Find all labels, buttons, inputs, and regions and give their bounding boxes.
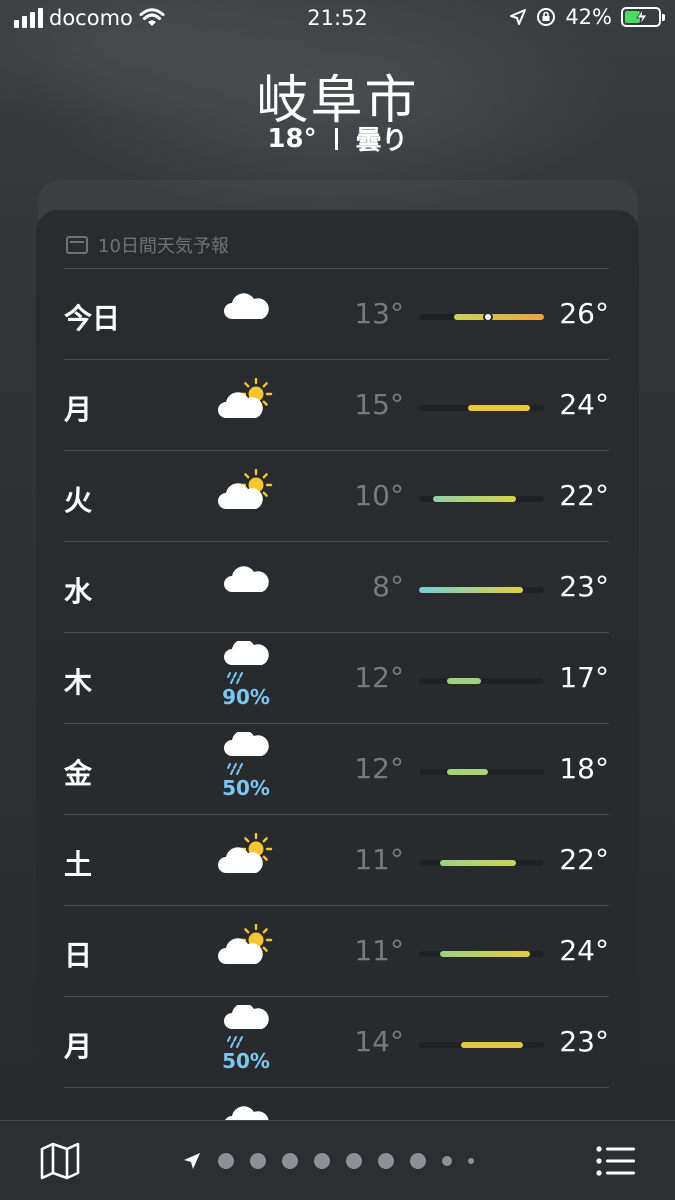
- temperature-range-bar: [419, 951, 544, 957]
- precipitation-chance: 50%: [222, 1049, 270, 1073]
- forecast-list: 今日 13° 26° 月 15° 24° 火 10° 22° 水 8° 23° …: [64, 268, 609, 1178]
- page-dot[interactable]: [250, 1153, 266, 1169]
- current-temperature-marker: [483, 312, 494, 322]
- high-temperature: 23°: [559, 570, 609, 603]
- high-temperature: 17°: [559, 661, 609, 694]
- page-dot[interactable]: [442, 1156, 452, 1166]
- precipitation-chance: 50%: [222, 776, 270, 800]
- ten-day-forecast-card[interactable]: 10日間天気予報 今日 13° 26° 月 15° 24° 火 10° 22° …: [36, 210, 639, 1200]
- temperature-range-fill: [432, 496, 517, 502]
- high-temperature: 22°: [559, 479, 609, 512]
- current-temperature: 18°: [267, 123, 317, 154]
- current-condition: 曇り: [355, 126, 408, 156]
- forecast-row[interactable]: 月 50% 14° 23°: [64, 996, 609, 1087]
- forecast-day: 日: [64, 939, 93, 972]
- page-dot[interactable]: [346, 1153, 362, 1169]
- low-temperature: 11°: [354, 843, 404, 876]
- temperature-range-fill: [460, 1042, 524, 1048]
- temperature-range-bar: [419, 587, 544, 593]
- calendar-icon: [66, 236, 88, 254]
- forecast-day: 金: [64, 757, 93, 790]
- partly-sunny-icon: [214, 923, 278, 984]
- page-dot[interactable]: [282, 1153, 298, 1169]
- high-temperature: 26°: [559, 297, 609, 330]
- temperature-range-fill: [446, 769, 489, 775]
- battery-icon: [621, 7, 665, 27]
- low-temperature: 12°: [354, 752, 404, 785]
- temperature-range-bar: [419, 1042, 544, 1048]
- low-temperature: 11°: [354, 934, 404, 967]
- forecast-row[interactable]: 土 11° 22°: [64, 814, 609, 905]
- partly-sunny-icon: [214, 468, 278, 529]
- forecast-day: 土: [64, 848, 93, 881]
- temperature-range-fill: [467, 405, 531, 411]
- temperature-range-fill: [453, 314, 544, 320]
- temperature-range-bar: [419, 405, 544, 411]
- rotation-lock-icon: [537, 8, 556, 26]
- temperature-range-fill: [439, 860, 517, 866]
- location-arrow-icon[interactable]: [182, 1151, 202, 1171]
- page-dot[interactable]: [314, 1153, 330, 1169]
- forecast-row[interactable]: 木 90% 12° 17°: [64, 632, 609, 723]
- city-list-button[interactable]: [595, 1143, 637, 1179]
- page-dot[interactable]: [468, 1158, 474, 1164]
- map-button[interactable]: [38, 1141, 82, 1181]
- temperature-range-bar: [419, 769, 544, 775]
- temperature-range-bar: [419, 860, 544, 866]
- separator: [334, 127, 338, 150]
- cloud-icon: [214, 287, 278, 347]
- high-temperature: 24°: [559, 934, 609, 967]
- forecast-day: 月: [64, 393, 93, 426]
- low-temperature: 15°: [354, 388, 404, 421]
- page-indicator[interactable]: [182, 1151, 474, 1171]
- temperature-range-bar: [419, 312, 544, 322]
- forecast-title: 10日間天気予報: [98, 236, 229, 257]
- page-dot[interactable]: [218, 1153, 234, 1169]
- forecast-row[interactable]: 金 50% 12° 18°: [64, 723, 609, 814]
- weather-screen: docomo 21:52 42% 岐阜市 18° 曇り 10日間天気予報 今日 …: [0, 0, 675, 1200]
- temperature-range-bar: [419, 678, 544, 684]
- bottom-toolbar: [0, 1120, 675, 1200]
- low-temperature: 14°: [354, 1025, 404, 1058]
- high-temperature: 18°: [559, 752, 609, 785]
- high-temperature: 22°: [559, 843, 609, 876]
- map-icon: [40, 1142, 80, 1180]
- forecast-row[interactable]: 日 11° 24°: [64, 905, 609, 996]
- battery-percentage: 42%: [565, 5, 612, 29]
- forecast-card-header: 10日間天気予報: [66, 232, 229, 258]
- low-temperature: 13°: [354, 297, 404, 330]
- page-dot[interactable]: [410, 1153, 426, 1169]
- temperature-range-fill: [446, 678, 482, 684]
- high-temperature: 23°: [559, 1025, 609, 1058]
- forecast-day: 火: [64, 484, 93, 517]
- forecast-row[interactable]: 月 15° 24°: [64, 359, 609, 450]
- forecast-row[interactable]: 水 8° 23°: [64, 541, 609, 632]
- forecast-row[interactable]: 火 10° 22°: [64, 450, 609, 541]
- partly-sunny-icon: [214, 832, 278, 893]
- forecast-day: 今日: [64, 302, 121, 335]
- cloud-icon: [214, 560, 278, 620]
- low-temperature: 10°: [354, 479, 404, 512]
- low-temperature: 12°: [354, 661, 404, 694]
- precipitation-chance: 90%: [222, 685, 270, 709]
- list-icon: [596, 1146, 635, 1176]
- temperature-range-fill: [439, 951, 531, 957]
- partly-sunny-icon: [214, 377, 278, 438]
- location-services-icon: [510, 9, 527, 25]
- page-dot[interactable]: [378, 1153, 394, 1169]
- forecast-row[interactable]: 今日 13° 26°: [64, 268, 609, 359]
- temperature-range-fill: [419, 587, 524, 593]
- current-conditions: 18° 曇り: [0, 120, 675, 157]
- status-bar: docomo 21:52 42%: [0, 0, 675, 38]
- forecast-day: 木: [64, 666, 93, 699]
- forecast-day: 水: [64, 575, 93, 608]
- high-temperature: 24°: [559, 388, 609, 421]
- low-temperature: 8°: [372, 570, 404, 603]
- forecast-day: 月: [64, 1030, 93, 1063]
- temperature-range-bar: [419, 496, 544, 502]
